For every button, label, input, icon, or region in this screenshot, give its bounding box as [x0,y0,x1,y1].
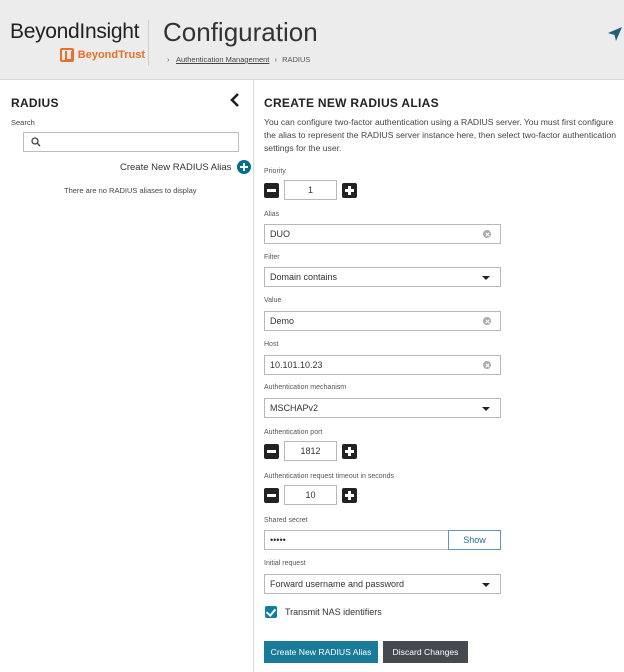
breadcrumb-authentication-management[interactable]: Authentication Management [176,55,269,64]
search-label: Search [11,118,35,127]
sub-brand-label: BeyondTrust [77,49,145,61]
shared-secret-value: ••••• [270,535,286,545]
filter-label: Filter [264,254,280,261]
initial-request-value: Forward username and password [270,579,405,589]
create-alias-form: CREATE NEW RADIUS ALIAS You can configur… [254,80,624,672]
sub-brand: BeyondTrust [60,48,145,62]
brand-name: BeyondInsight [10,20,140,43]
host-value: 10.101.10.23 [270,360,323,370]
clear-alias-icon[interactable] [483,230,491,238]
create-link-label: Create New RADIUS Alias [120,161,232,173]
alias-label: Alias [264,211,280,218]
radius-sidebar: RADIUS Search Create New RADIUS Alias Th… [0,80,254,672]
timeout-decrement-button[interactable] [264,488,279,503]
chevron-down-icon [482,407,490,411]
header-divider [148,20,149,66]
priority-input[interactable]: 1 [284,180,337,200]
search-icon [31,137,41,147]
app-header: BeyondInsight BeyondTrust Configuration … [0,0,624,80]
chevron-down-icon [482,583,490,587]
priority-label: Priority [264,168,286,175]
shared-secret-label: Shared secret [264,517,308,524]
breadcrumb-chevron-icon: › [167,55,170,64]
auth-port-input[interactable]: 1812 [284,441,337,461]
show-secret-button[interactable]: Show [448,530,501,550]
create-radius-alias-link[interactable]: Create New RADIUS Alias [120,160,252,174]
timeout-input[interactable]: 10 [284,485,337,505]
sidebar-title: RADIUS [11,96,59,110]
empty-list-message: There are no RADIUS aliases to display [64,186,197,195]
breadcrumb: › Authentication Management › RADIUS [167,55,311,64]
transmit-nas-checkbox[interactable] [265,606,277,618]
priority-decrement-button[interactable] [264,183,279,198]
initial-request-select[interactable]: Forward username and password [264,574,501,594]
auth-port-label: Authentication port [264,429,323,436]
filter-select[interactable]: Domain contains [264,267,501,287]
host-input[interactable]: 10.101.10.23 [264,355,501,375]
auth-mechanism-select[interactable]: MSCHAPv2 [264,398,501,418]
chevron-down-icon [482,276,490,280]
breadcrumb-radius: RADIUS [282,55,311,64]
shared-secret-input[interactable]: ••••• Show [264,530,501,550]
collapse-panel-icon[interactable] [228,92,242,108]
transmit-nas-label: Transmit NAS identifiers [285,607,382,617]
brand-logo[interactable]: BeyondInsight BeyondTrust [10,20,145,62]
alias-value: DUO [270,229,290,239]
auth-port-increment-button[interactable] [342,444,357,459]
create-alias-button[interactable]: Create New RADIUS Alias [264,641,378,663]
clear-host-icon[interactable] [483,361,491,369]
clear-value-icon[interactable] [483,317,491,325]
add-circle-icon [237,160,252,174]
alias-input[interactable]: DUO [264,224,501,244]
page-title: Configuration [163,17,318,47]
breadcrumb-chevron-icon: › [274,55,278,64]
auth-port-decrement-button[interactable] [264,444,279,459]
search-field[interactable] [23,132,239,152]
auth-mechanism-label: Authentication mechanism [264,384,347,391]
beyondtrust-logo-icon [60,48,74,62]
form-title: CREATE NEW RADIUS ALIAS [264,96,439,110]
discard-changes-button[interactable]: Discard Changes [383,641,468,663]
value-input[interactable]: Demo [264,311,501,331]
priority-increment-button[interactable] [342,183,357,198]
initial-request-label: Initial request [264,560,306,567]
host-label: Host [264,341,279,348]
navigation-arrow-icon[interactable] [606,26,624,42]
value-value: Demo [270,316,295,326]
timeout-increment-button[interactable] [342,488,357,503]
auth-mechanism-value: MSCHAPv2 [270,403,319,413]
search-input[interactable] [46,135,234,149]
value-label: Value [264,297,282,304]
timeout-label: Authentication request timeout in second… [264,473,394,480]
form-description: You can configure two-factor authenticat… [264,117,617,153]
filter-value: Domain contains [270,272,338,282]
